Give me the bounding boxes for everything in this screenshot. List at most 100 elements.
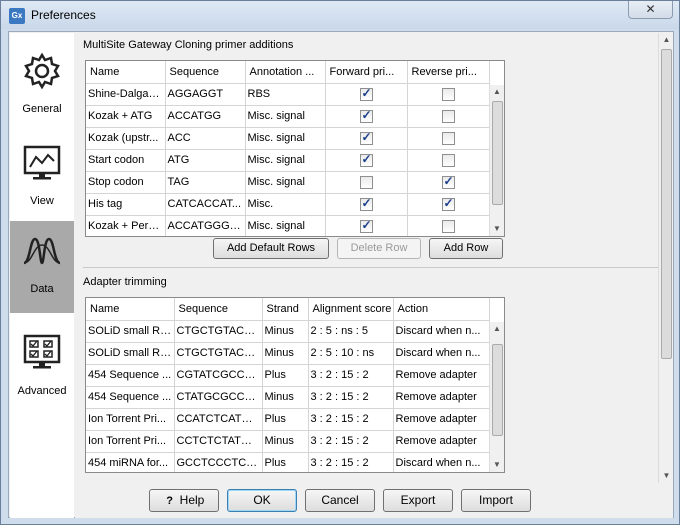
cell-sequence[interactable]: GCCTCCCTCG... — [174, 452, 263, 472]
cell-name[interactable]: Kozak (upstr... — [86, 127, 166, 150]
cell-annotation[interactable]: Misc. — [245, 193, 326, 216]
forward-primer-checkbox[interactable] — [359, 86, 373, 101]
scroll-thumb[interactable] — [661, 49, 672, 359]
cell-name[interactable]: SOLiD small RN... — [86, 320, 175, 343]
cell-name[interactable]: Kozak + ATG — [86, 105, 166, 128]
cell-strand[interactable]: Minus — [262, 320, 309, 343]
cell-name[interactable]: His tag — [86, 193, 166, 216]
import-button[interactable]: Import — [461, 489, 531, 512]
scroll-down-arrow-icon[interactable]: ▼ — [490, 458, 504, 472]
content-scrollbar[interactable]: ▲ ▼ — [658, 33, 673, 483]
table-row[interactable]: Shine-Dalgarno AGGAGGT RBS — [86, 83, 490, 106]
cell-sequence[interactable]: CCTCTCTATGG... — [174, 430, 263, 453]
cell-strand[interactable]: Plus — [262, 452, 309, 472]
scroll-down-arrow-icon[interactable]: ▼ — [659, 469, 674, 483]
table-row[interactable]: Kozak + Pero... ACCATGGGC... Misc. signal — [86, 215, 490, 236]
cell-strand[interactable]: Plus — [262, 364, 309, 387]
forward-primer-checkbox[interactable] — [359, 218, 373, 233]
col-header-action[interactable]: Action — [393, 298, 490, 321]
cell-sequence[interactable]: ACCATGG — [165, 105, 246, 128]
table-row[interactable]: Kozak + ATG ACCATGG Misc. signal — [86, 105, 490, 128]
cell-action[interactable]: Remove adapter — [393, 364, 490, 387]
cell-sequence[interactable]: CTATGCGCCTT... — [174, 386, 263, 409]
cell-annotation[interactable]: RBS — [245, 83, 326, 106]
table-row[interactable]: Ion Torrent Pri... CCATCTCATCC... Plus 3 : … — [86, 408, 490, 431]
cell-name[interactable]: Stop codon — [86, 171, 166, 194]
cell-name[interactable]: Ion Torrent Pri... — [86, 408, 175, 431]
col-header-forward[interactable]: Forward pri... — [325, 61, 408, 84]
cell-sequence[interactable]: ATG — [165, 149, 246, 172]
add-default-rows-button[interactable]: Add Default Rows — [213, 238, 329, 259]
cell-annotation[interactable]: Misc. signal — [245, 215, 326, 236]
reverse-primer-checkbox[interactable] — [441, 109, 455, 123]
forward-primer-checkbox[interactable] — [359, 196, 373, 211]
cell-annotation[interactable]: Misc. signal — [245, 171, 326, 194]
forward-primer-checkbox[interactable] — [359, 152, 373, 167]
sidebar-item-view[interactable]: View — [10, 133, 74, 225]
cell-annotation[interactable]: Misc. signal — [245, 105, 326, 128]
cell-score[interactable]: 2 : 5 : ns : 5 — [308, 320, 394, 343]
cell-score[interactable]: 3 : 2 : 15 : 2 — [308, 430, 394, 453]
scroll-up-arrow-icon[interactable]: ▲ — [490, 85, 504, 99]
export-button[interactable]: Export — [383, 489, 453, 512]
reverse-primer-checkbox[interactable] — [441, 131, 455, 145]
cell-sequence[interactable]: CTGCTGTACGG... — [174, 320, 263, 343]
scroll-down-arrow-icon[interactable]: ▼ — [490, 222, 504, 236]
cell-name[interactable]: 454 Sequence ... — [86, 386, 175, 409]
adapter-table-scrollbar[interactable]: ▲ ▼ — [489, 322, 504, 472]
reverse-primer-checkbox[interactable] — [441, 87, 455, 101]
col-header-annotation[interactable]: Annotation ... — [245, 61, 326, 84]
table-row[interactable]: 454 Sequence ... CGTATCGCCTC... Plus 3 : 2 … — [86, 364, 490, 387]
cell-strand[interactable]: Minus — [262, 430, 309, 453]
table-row[interactable]: Ion Torrent Pri... CCTCTCTATGG... Minus 3 :… — [86, 430, 490, 453]
table-row[interactable]: SOLiD small RN... CTGCTGTACGG... Minus 2 : … — [86, 320, 490, 343]
cell-action[interactable]: Discard when n... — [393, 452, 490, 472]
cell-action[interactable]: Discard when n... — [393, 342, 490, 365]
table-row[interactable]: Stop codon TAG Misc. signal — [86, 171, 490, 194]
sidebar-item-advanced[interactable]: Advanced — [10, 323, 74, 415]
cell-annotation[interactable]: Misc. signal — [245, 149, 326, 172]
cell-action[interactable]: Remove adapter — [393, 386, 490, 409]
forward-primer-checkbox[interactable] — [359, 175, 373, 189]
cell-sequence[interactable]: ACC — [165, 127, 246, 150]
reverse-primer-checkbox[interactable] — [441, 153, 455, 167]
cell-strand[interactable]: Minus — [262, 386, 309, 409]
close-button[interactable]: ✕ — [628, 1, 673, 19]
cell-sequence[interactable]: ACCATGGGC... — [165, 215, 246, 236]
cell-action[interactable]: Discard when n... — [393, 320, 490, 343]
cell-sequence[interactable]: CATCACCAT... — [165, 193, 246, 216]
col-header-alignment-score[interactable]: Alignment score — [308, 298, 394, 321]
cell-name[interactable]: Shine-Dalgarno — [86, 83, 166, 106]
col-header-sequence[interactable]: Sequence — [174, 298, 263, 321]
cell-name[interactable]: 454 Sequence ... — [86, 364, 175, 387]
cell-score[interactable]: 3 : 2 : 15 : 2 — [308, 386, 394, 409]
cell-strand[interactable]: Minus — [262, 342, 309, 365]
cell-name[interactable]: 454 miRNA for... — [86, 452, 175, 472]
scroll-thumb[interactable] — [492, 344, 503, 436]
cell-sequence[interactable]: TAG — [165, 171, 246, 194]
cell-score[interactable]: 3 : 2 : 15 : 2 — [308, 452, 394, 472]
reverse-primer-checkbox[interactable] — [441, 219, 455, 233]
col-header-sequence[interactable]: Sequence — [165, 61, 246, 84]
add-row-button[interactable]: Add Row — [429, 238, 503, 259]
col-header-name[interactable]: Name — [86, 298, 175, 321]
cancel-button[interactable]: Cancel — [305, 489, 375, 512]
col-header-strand[interactable]: Strand — [262, 298, 309, 321]
help-button[interactable]: ? Help — [149, 489, 219, 512]
cell-action[interactable]: Remove adapter — [393, 430, 490, 453]
table-row[interactable]: SOLiD small RN... CTGCTGTACGG... Minus 2 : … — [86, 342, 490, 365]
cell-name[interactable]: Kozak + Pero... — [86, 215, 166, 236]
forward-primer-checkbox[interactable] — [359, 130, 373, 145]
cell-strand[interactable]: Plus — [262, 408, 309, 431]
cell-score[interactable]: 3 : 2 : 15 : 2 — [308, 408, 394, 431]
cell-name[interactable]: Start codon — [86, 149, 166, 172]
cell-name[interactable]: Ion Torrent Pri... — [86, 430, 175, 453]
table-row[interactable]: Kozak (upstr... ACC Misc. signal — [86, 127, 490, 150]
scroll-up-arrow-icon[interactable]: ▲ — [490, 322, 504, 336]
cell-annotation[interactable]: Misc. signal — [245, 127, 326, 150]
ok-button[interactable]: OK — [227, 489, 297, 512]
cell-action[interactable]: Remove adapter — [393, 408, 490, 431]
cell-sequence[interactable]: CCATCTCATCC... — [174, 408, 263, 431]
cell-score[interactable]: 2 : 5 : 10 : ns — [308, 342, 394, 365]
cell-sequence[interactable]: CGTATCGCCTC... — [174, 364, 263, 387]
